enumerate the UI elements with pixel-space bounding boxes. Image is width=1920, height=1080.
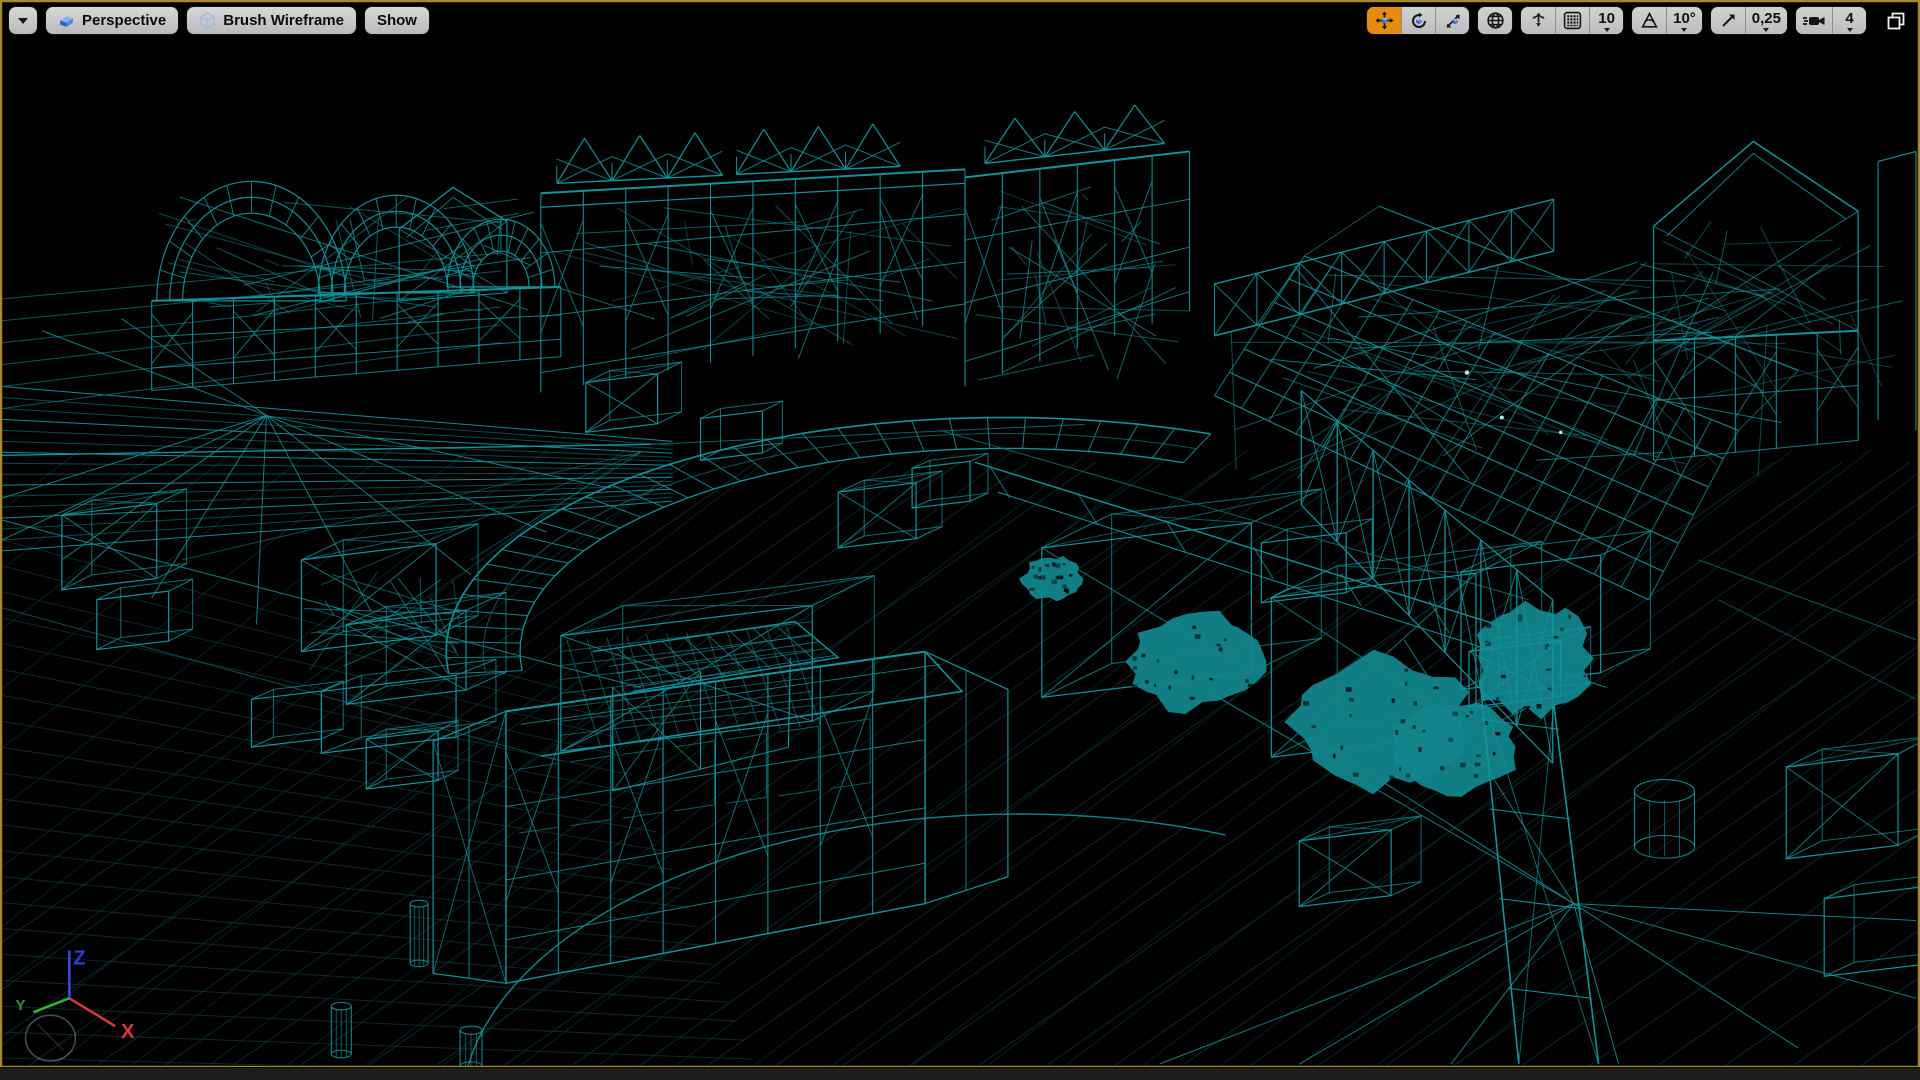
camera-mode-button[interactable]: Perspective: [45, 6, 180, 35]
camera-mode-label: Perspective: [82, 12, 167, 29]
rotation-snap-icon: [1640, 11, 1658, 28]
toolbar-right-cluster: 10 10° 0,25 4: [1366, 6, 1908, 35]
dropdown-arrow-icon: [18, 17, 28, 24]
grid-snap-icon: [1563, 11, 1582, 30]
window-bottom-edge: [0, 1067, 1920, 1080]
scale-tool-button[interactable]: [1435, 7, 1470, 34]
surface-snap-icon: [1531, 13, 1545, 27]
rotate-tool-icon: [1411, 12, 1426, 28]
dropdown-caret-icon: [1846, 28, 1853, 32]
wireframe-cube-icon: [200, 12, 215, 29]
show-label: Show: [376, 12, 417, 29]
rotation-snap-group: 10°: [1631, 6, 1703, 35]
maximize-viewport-button[interactable]: [1884, 9, 1908, 33]
transform-tools-group: [1366, 6, 1471, 35]
view-mode-button[interactable]: Brush Wireframe: [186, 6, 357, 35]
scale-snap-value-button[interactable]: 0,25: [1744, 7, 1787, 34]
viewport-scene[interactable]: [2, 2, 1918, 1066]
viewport-frame: Z X Y Perspective Brush Wireframe Show 1…: [0, 0, 1920, 1068]
camera-speed-button[interactable]: [1796, 7, 1832, 34]
dropdown-caret-icon: [1763, 28, 1770, 32]
camera-speed-group: 4: [1795, 6, 1867, 35]
dropdown-caret-icon: [1681, 28, 1688, 32]
grid-snap-toggle-button[interactable]: [1555, 7, 1590, 34]
move-tool-button[interactable]: [1367, 7, 1402, 34]
dropdown-caret-icon: [1603, 28, 1610, 32]
rotation-snap-value-button[interactable]: 10°: [1666, 7, 1702, 34]
maximize-viewport-icon: [1887, 12, 1905, 30]
scale-snap-icon: [1722, 14, 1735, 27]
viewport-options-dropdown-button[interactable]: [8, 6, 38, 35]
world-space-toggle-button[interactable]: [1478, 7, 1513, 34]
grid-snap-group: 10: [1520, 6, 1625, 35]
grid-snap-value-button[interactable]: 10: [1589, 7, 1624, 34]
camera-speed-value-button[interactable]: 4: [1832, 7, 1866, 34]
scale-snap-group: 0,25: [1709, 6, 1788, 35]
surface-snap-button[interactable]: [1521, 7, 1556, 34]
perspective-icon: [60, 16, 73, 27]
view-mode-label: Brush Wireframe: [223, 12, 344, 29]
coordinate-space-group: [1477, 6, 1514, 35]
rotate-tool-button[interactable]: [1401, 7, 1436, 34]
globe-icon: [1486, 12, 1504, 29]
move-tool-icon: [1375, 11, 1394, 30]
scale-snap-toggle-button[interactable]: [1710, 7, 1745, 34]
rotation-snap-toggle-button[interactable]: [1632, 7, 1667, 34]
scale-tool-icon: [1446, 14, 1460, 27]
camera-speed-icon: [1803, 16, 1825, 25]
viewport-toolbar: Perspective Brush Wireframe Show 10 10° …: [8, 6, 1908, 35]
show-flags-button[interactable]: Show: [363, 6, 430, 35]
toolbar-left-cluster: Perspective Brush Wireframe Show: [8, 6, 430, 35]
